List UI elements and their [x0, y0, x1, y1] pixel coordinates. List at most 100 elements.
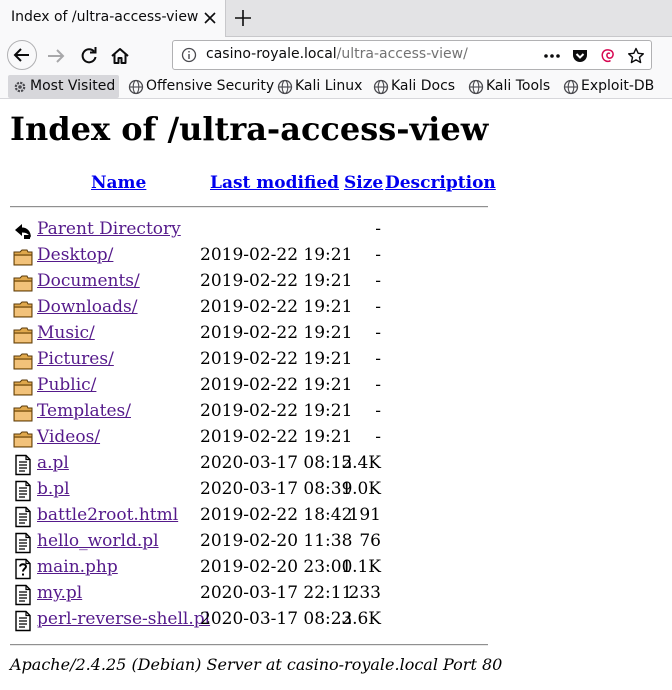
size-cell: - — [375, 427, 381, 447]
table-row: Music/2019-02-22 19:21 - — [0, 322, 672, 348]
bookmark-kali-docs[interactable]: Kali Docs — [369, 75, 461, 98]
bookmark-label: Kali Docs — [391, 78, 456, 94]
tab-title: Index of /ultra-access-view — [11, 9, 199, 25]
table-row: perl-reverse-shell.pl 2020-03-17 08:22 3.6… — [0, 608, 672, 634]
last-modified-cell: 2019-02-22 19:21 — [200, 297, 353, 317]
size-cell: 1.1K — [341, 557, 381, 577]
bookmark-label: Kali Linux — [295, 78, 363, 94]
home-button[interactable] — [105, 41, 135, 71]
bookmark-label: Most Visited — [30, 78, 116, 94]
column-header-name[interactable]: Name — [91, 173, 146, 193]
file-link[interactable]: Parent Directory — [37, 219, 181, 239]
text-file-icon — [13, 454, 33, 476]
file-link[interactable]: Downloads/ — [37, 297, 138, 317]
table-row: main.php 2019-02-20 23:00 1.1K — [0, 556, 672, 582]
file-link[interactable]: battle2root.html — [37, 505, 178, 525]
last-modified-cell: 2020-03-17 08:12 — [200, 453, 353, 473]
table-row: Parent Directory - — [0, 218, 672, 244]
pocket-icon[interactable] — [570, 46, 590, 66]
table-row: b.pl 2020-03-17 08:39 1.0K — [0, 478, 672, 504]
bookmark-kali-tools[interactable]: Kali Tools — [464, 75, 558, 98]
size-cell: 1.0K — [341, 479, 381, 499]
file-link[interactable]: Templates/ — [37, 401, 131, 421]
column-header-last-modified[interactable]: Last modified — [210, 173, 339, 193]
bookmark-label: Offensive Security — [146, 78, 275, 94]
last-modified-cell: 2019-02-20 11:38 — [200, 531, 353, 551]
file-link[interactable]: my.pl — [37, 583, 82, 603]
last-modified-cell: 2019-02-22 19:21 — [200, 375, 353, 395]
file-link[interactable]: hello_world.pl — [37, 531, 159, 551]
globe-icon — [468, 79, 484, 95]
last-modified-cell: 2020-03-17 08:39 — [200, 479, 353, 499]
size-cell: - — [375, 297, 381, 317]
last-modified-cell: 2019-02-20 23:00 — [200, 557, 353, 577]
debian-swirl-icon[interactable] — [598, 46, 618, 66]
column-header-size[interactable]: Size — [344, 173, 383, 193]
folder-icon — [13, 350, 33, 372]
gear-icon — [14, 81, 26, 93]
unknown-file-icon — [13, 558, 33, 580]
globe-icon — [128, 79, 144, 95]
file-link[interactable]: Documents/ — [37, 271, 140, 291]
bookmark-label: Exploit-DB — [581, 78, 655, 94]
folder-icon — [13, 272, 33, 294]
table-row: Documents/2019-02-22 19:21 - — [0, 270, 672, 296]
folder-icon — [13, 428, 33, 450]
file-link[interactable]: a.pl — [37, 453, 69, 473]
table-row: Downloads/2019-02-22 19:21 - — [0, 296, 672, 322]
bookmark-offensive-security[interactable]: Offensive Security — [124, 75, 275, 98]
file-link[interactable]: main.php — [37, 557, 118, 577]
last-modified-cell: 2019-02-22 19:21 — [200, 323, 353, 343]
new-tab-icon[interactable] — [232, 7, 254, 29]
table-row: Desktop/2019-02-22 19:21 - — [0, 244, 672, 270]
table-row: battle2root.html 2019-02-22 18:42 191 — [0, 504, 672, 530]
file-link[interactable]: Music/ — [37, 323, 95, 343]
info-icon[interactable] — [181, 47, 197, 63]
folder-icon — [13, 376, 33, 398]
page-title: Index of /ultra-access-view — [10, 110, 489, 148]
text-file-icon — [13, 584, 33, 606]
text-file-icon — [13, 610, 33, 632]
close-tab-icon[interactable] — [200, 8, 220, 28]
more-actions-icon[interactable] — [542, 46, 562, 66]
last-modified-cell: 2020-03-17 08:22 — [200, 609, 353, 629]
forward-arrow-icon — [48, 49, 65, 63]
forward-button[interactable] — [41, 41, 71, 71]
last-modified-cell: 2019-02-22 19:21 — [200, 427, 353, 447]
bookmark-exploit-db[interactable]: Exploit-DB — [559, 75, 667, 98]
column-header-description[interactable]: Description — [385, 173, 496, 193]
navigation-toolbar: casino-royale.local/ultra-access-view/ — [0, 37, 672, 75]
bookmarks-toolbar: Most Visited Offensive Security Kali Lin… — [0, 75, 672, 99]
file-link[interactable]: Pictures/ — [37, 349, 114, 369]
size-cell: - — [375, 323, 381, 343]
last-modified-cell: 2019-02-22 18:42 — [200, 505, 353, 525]
bookmark-most-visited[interactable]: Most Visited — [8, 75, 119, 98]
bookmark-kali-linux[interactable]: Kali Linux — [273, 75, 369, 98]
size-cell: - — [375, 349, 381, 369]
reload-button[interactable] — [74, 41, 104, 71]
active-tab[interactable]: Index of /ultra-access-view — [0, 0, 226, 37]
back-arrow-icon — [13, 48, 29, 62]
address-bar[interactable]: casino-royale.local/ultra-access-view/ — [172, 40, 652, 70]
file-link[interactable]: b.pl — [37, 479, 70, 499]
bookmark-star-icon[interactable] — [626, 46, 646, 66]
file-link[interactable]: Public/ — [37, 375, 96, 395]
back-icon — [13, 220, 33, 242]
folder-icon — [13, 324, 33, 346]
size-cell: - — [375, 401, 381, 421]
file-link[interactable]: Videos/ — [37, 427, 100, 447]
folder-icon — [13, 298, 33, 320]
globe-icon — [563, 79, 579, 95]
file-link[interactable]: Desktop/ — [37, 245, 113, 265]
last-modified-cell: 2019-02-22 19:21 — [200, 349, 353, 369]
size-cell: 76 — [359, 531, 381, 551]
size-cell: - — [375, 271, 381, 291]
back-button[interactable] — [7, 40, 37, 70]
home-icon — [111, 48, 129, 64]
size-cell: 3.6K — [341, 609, 381, 629]
size-cell: - — [375, 245, 381, 265]
file-link[interactable]: perl-reverse-shell.pl — [37, 609, 210, 629]
table-row: hello_world.pl 2019-02-20 11:38 76 — [0, 530, 672, 556]
footer-divider — [10, 644, 488, 646]
last-modified-cell: 2019-02-22 19:21 — [200, 245, 353, 265]
